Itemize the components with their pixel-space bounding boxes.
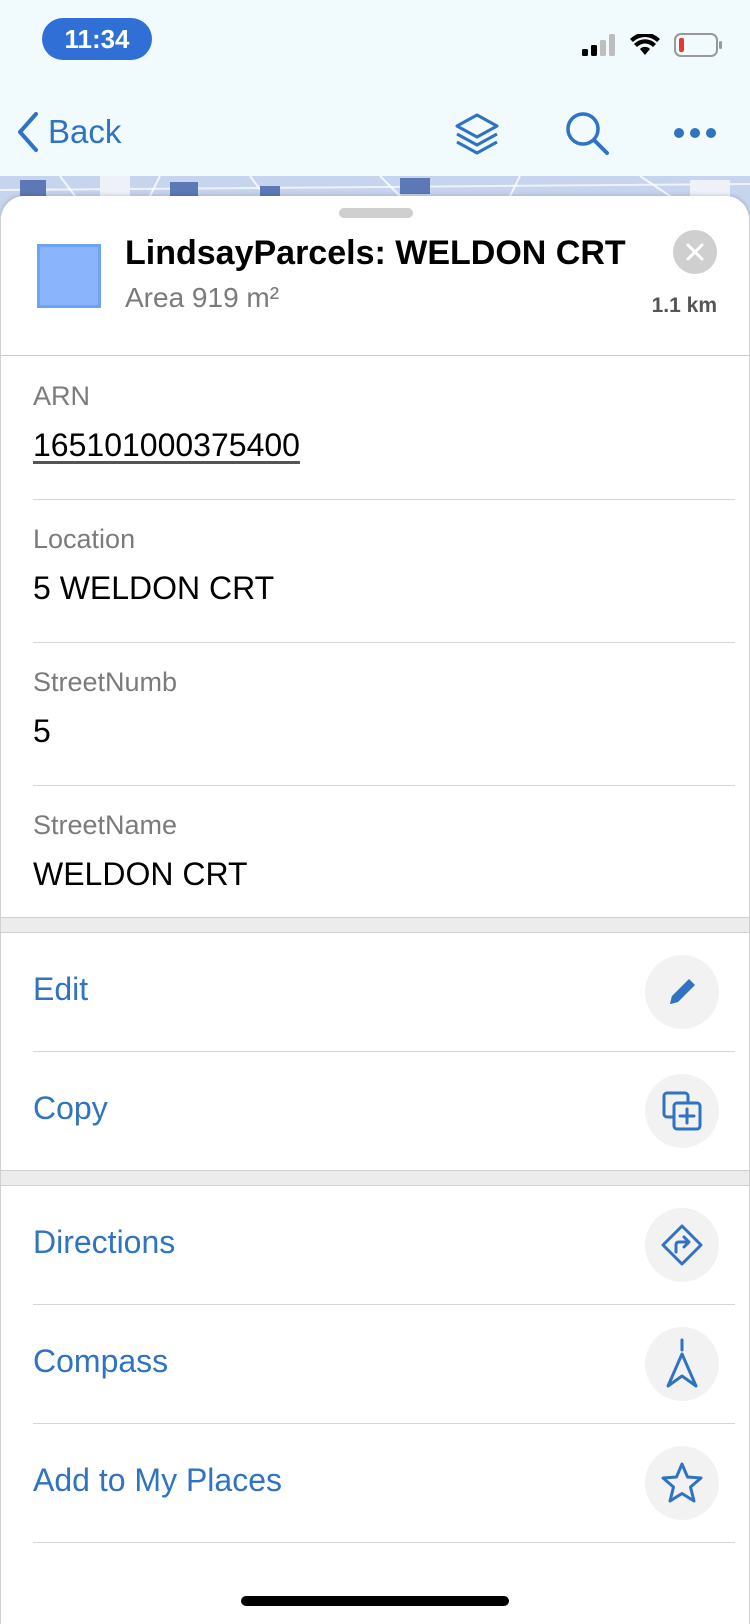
status-time: 11:34 [42,18,152,60]
pencil-icon [645,955,719,1029]
copy-action[interactable]: Copy [33,1052,735,1171]
attribute-row-streetnumb: StreetNumb 5 [33,643,735,786]
attribute-value: 5 [33,713,51,749]
attribute-row-streetname: StreetName WELDON CRT [33,786,735,929]
feature-header: LindsayParcels: WELDON CRT Area 919 m² 1… [1,196,749,356]
search-icon[interactable] [560,106,614,160]
cellular-signal-icon [582,34,615,56]
copy-icon [645,1074,719,1148]
wifi-icon [630,34,660,55]
compass-action[interactable]: Compass [33,1305,735,1424]
compass-icon [645,1327,719,1401]
section-divider [1,1170,749,1186]
navigation-bar: Back [0,88,750,178]
edit-action[interactable]: Edit [33,933,735,1052]
compass-label: Compass [33,1343,169,1379]
attribute-row-location: Location 5 WELDON CRT [33,500,735,643]
chevron-left-icon [18,112,38,152]
attribute-row-arn: ARN 165101000375400 [33,357,735,500]
feature-symbol-swatch [37,244,101,308]
edit-label: Edit [33,971,89,1007]
attribute-value: 5 WELDON CRT [33,570,275,606]
feature-subtitle: Area 919 m² [125,282,280,313]
status-icons [582,30,722,60]
directions-icon [645,1208,719,1282]
star-icon [645,1446,719,1520]
battery-low-icon [674,33,722,57]
home-indicator[interactable] [241,1596,509,1606]
attribute-label: ARN [33,381,91,411]
copy-label: Copy [33,1090,108,1126]
feature-detail-sheet: LindsayParcels: WELDON CRT Area 919 m² 1… [0,196,750,1624]
attribute-value-link[interactable]: 165101000375400 [33,427,300,464]
back-button[interactable]: Back [16,104,121,160]
close-button[interactable] [673,230,717,274]
attribute-value: WELDON CRT [33,856,248,892]
add-to-my-places-action[interactable]: Add to My Places [33,1424,735,1543]
attribute-label: Location [33,524,136,554]
status-bar: 11:34 [0,0,750,88]
feature-distance: 1.1 km [651,294,717,317]
more-icon[interactable] [668,106,722,160]
back-label: Back [48,113,122,150]
feature-title: LindsayParcels: WELDON CRT [125,234,626,272]
section-divider [1,917,749,933]
attribute-label: StreetName [33,810,178,840]
layers-icon[interactable] [450,106,504,160]
add-to-my-places-label: Add to My Places [33,1462,282,1498]
directions-label: Directions [33,1224,176,1260]
attribute-label: StreetNumb [33,667,178,697]
directions-action[interactable]: Directions [33,1186,735,1305]
close-icon [686,243,704,261]
